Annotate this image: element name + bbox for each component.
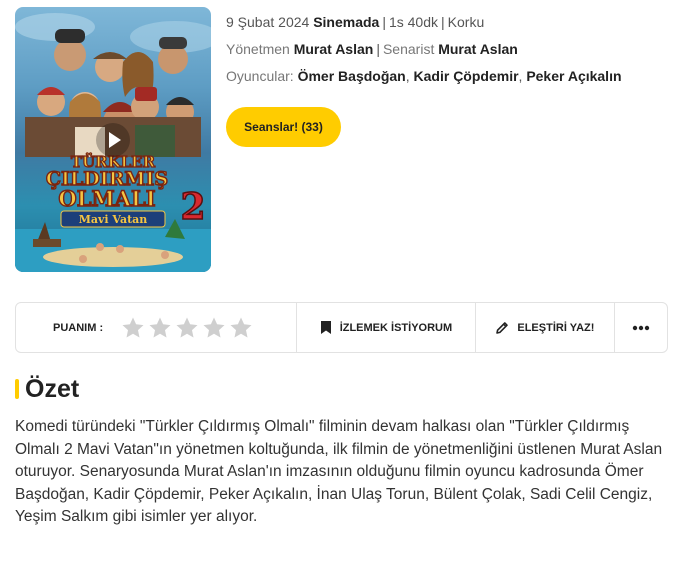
writer-link[interactable]: Murat Aslan — [438, 41, 518, 57]
cast-link[interactable]: Peker Açıkalın — [526, 68, 621, 84]
release-date: 9 Şubat 2024 — [226, 14, 310, 30]
action-bar: PUANIM : İZLEMEK İSTİYORUM ELEŞTİRİ YAZ! — [15, 302, 668, 353]
star-icon[interactable] — [229, 316, 253, 340]
rating-section: PUANIM : — [16, 303, 298, 352]
bookmark-icon — [320, 321, 331, 334]
summary-heading: Özet — [15, 374, 79, 404]
watchlist-label: İZLEMEK İSTİYORUM — [339, 321, 453, 334]
more-dots-icon — [632, 325, 650, 330]
director-label: Yönetmen — [226, 41, 290, 57]
genre[interactable]: Korku — [448, 14, 485, 30]
poster-title-line3: OLMALI — [58, 186, 155, 211]
write-review-button[interactable]: ELEŞTİRİ YAZ! — [476, 303, 616, 352]
cast-link[interactable]: Kadir Çöpdemir — [414, 68, 519, 84]
cast-link[interactable]: Ömer Başdoğan — [298, 68, 406, 84]
duration: 1s 40dk — [388, 14, 439, 30]
movie-info: 9 Şubat 2024 Sinemada | 1s 40dk | Korku Yöne… — [226, 13, 622, 94]
poster-subtitle: Mavi Vatan — [79, 213, 148, 226]
star-icon[interactable] — [148, 316, 172, 340]
star-icon[interactable] — [175, 316, 199, 340]
poster-title-number: 2 — [180, 186, 205, 228]
summary-text: Komedi türündeki "Türkler Çıldırmış Olma… — [15, 418, 663, 526]
watchlist-button[interactable]: İZLEMEK İSTİYORUM — [297, 303, 476, 352]
rating-stars — [121, 316, 253, 340]
release-status[interactable]: Sinemada — [313, 14, 379, 30]
crew-row: Yönetmen Murat Aslan | Senarist Murat Asla… — [226, 41, 518, 57]
director-link[interactable]: Murat Aslan — [294, 41, 374, 57]
summary-title: Özet — [25, 374, 80, 403]
review-label: ELEŞTİRİ YAZ! — [517, 321, 595, 334]
writer-label: Senarist — [382, 41, 435, 57]
star-icon[interactable] — [121, 316, 145, 340]
rating-label: PUANIM : — [53, 321, 104, 334]
play-trailer-button[interactable] — [95, 122, 131, 158]
showtimes-button[interactable]: Seanslar! (33) — [226, 107, 341, 147]
release-row: 9 Şubat 2024 Sinemada | 1s 40dk | Korku — [226, 14, 485, 30]
more-options-button[interactable] — [615, 303, 667, 352]
play-icon — [96, 123, 130, 157]
cast-row: Oyuncular: Ömer Başdoğan, Kadir Çöpdemir… — [226, 68, 622, 84]
heading-accent — [15, 379, 19, 399]
pencil-icon — [496, 321, 509, 334]
cast-label: Oyuncular: — [226, 68, 294, 84]
movie-poster[interactable]: TÜRKLER ÇILDIRMIŞ OLMALI 2 Mavi Vatan — [15, 7, 211, 272]
star-icon[interactable] — [202, 316, 226, 340]
